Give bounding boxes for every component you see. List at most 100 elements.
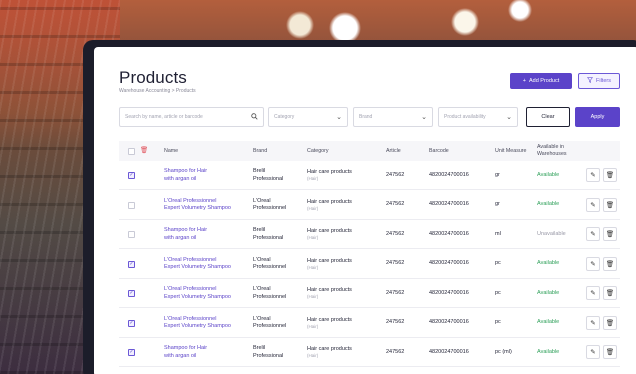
row-checkbox[interactable]: ✓ [128, 250, 135, 279]
checkbox[interactable]: ✓ [128, 349, 135, 356]
product-category: Hair care products (Hair) [307, 169, 352, 182]
select-all-checkbox[interactable] [128, 141, 135, 161]
edit-button[interactable]: ✎ [586, 168, 600, 182]
page-title: Products [119, 68, 187, 87]
product-brand: L'Oreal Professionnel [253, 197, 287, 211]
col-unit[interactable]: Unit Measure [495, 141, 527, 161]
product-article: 247562 [386, 319, 405, 326]
chevron-down-icon: ⌄ [421, 114, 427, 121]
delete-button[interactable]: 🗑 [603, 168, 617, 182]
row-checkbox[interactable] [128, 220, 135, 249]
trash-icon[interactable]: 🗑 [140, 141, 148, 161]
table-row[interactable]: L'Oreal Professionnel Expert Volumetry Sh… [119, 191, 620, 220]
pencil-icon: ✎ [590, 349, 596, 356]
row-checkbox[interactable]: ✓ [128, 338, 135, 367]
chevron-down-icon: ⌄ [506, 114, 512, 121]
product-barcode: 4820024700016 [429, 319, 469, 326]
product-unit: pc [495, 260, 501, 267]
category-select[interactable]: Category ⌄ [268, 107, 348, 127]
pencil-icon: ✎ [590, 231, 596, 238]
product-brand: Brelil Professional [253, 345, 284, 359]
delete-button[interactable]: 🗑 [603, 286, 617, 300]
checkbox[interactable]: ✓ [128, 172, 135, 179]
edit-button[interactable]: ✎ [586, 227, 600, 241]
col-name[interactable]: Name [164, 141, 178, 161]
add-product-button[interactable]: + Add Product [510, 73, 572, 89]
apply-button[interactable]: Apply [575, 107, 620, 127]
product-name[interactable]: Shampoo for Hair with argan oil [164, 338, 207, 367]
col-brand[interactable]: Brand [253, 141, 267, 161]
search-icon [251, 112, 258, 122]
product-brand: Brelil Professional [253, 227, 284, 241]
product-unit: pc (ml) [495, 348, 512, 355]
col-available[interactable]: Available in Warehouses [537, 141, 581, 161]
availability-status: Available [537, 260, 560, 267]
col-category[interactable]: Category [307, 141, 329, 161]
edit-button[interactable]: ✎ [586, 256, 600, 271]
checkbox[interactable]: ✓ [128, 290, 135, 297]
product-article: 247562 [386, 201, 405, 208]
product-name[interactable]: L'Oreal Professionnel Expert Volumetry Sh… [164, 191, 231, 220]
pencil-icon: ✎ [590, 172, 596, 179]
pencil-icon: ✎ [590, 319, 596, 327]
availability-status: Available [537, 201, 560, 208]
product-category: Hair care products (Hair) [307, 198, 352, 211]
product-name[interactable]: L'Oreal Professionnel Expert Volumetry Sh… [164, 250, 231, 279]
trash-icon: 🗑 [605, 260, 615, 268]
product-category: Hair care products (Hair) [307, 316, 352, 329]
delete-button[interactable]: 🗑 [603, 315, 617, 330]
row-checkbox[interactable]: ✓ [128, 279, 135, 308]
filters-button[interactable]: Filters [578, 73, 620, 89]
delete-button[interactable]: 🗑 [603, 256, 617, 271]
product-unit: gr [495, 201, 500, 208]
availability-status: Available [537, 171, 560, 178]
row-checkbox[interactable] [128, 191, 135, 220]
table-row[interactable]: ✓ L'Oreal Professionnel Expert Volumetry S… [119, 309, 620, 338]
checkbox[interactable]: ✓ [128, 319, 135, 327]
table-row[interactable]: Shampoo for Hair with argan oil Brelil Prof… [119, 220, 620, 249]
product-brand: L'Oreal Professionnel [253, 286, 287, 300]
table-row[interactable]: ✓ Shampoo for Hair with argan oil Brelil Pro… [119, 338, 620, 367]
delete-button[interactable]: 🗑 [603, 227, 617, 241]
product-barcode: 4820024700016 [429, 201, 469, 208]
checkbox[interactable] [128, 201, 135, 209]
delete-button[interactable]: 🗑 [603, 345, 617, 359]
availability-select[interactable]: Product availability ⌄ [438, 107, 518, 127]
checkbox[interactable] [128, 231, 135, 238]
table-row[interactable]: ✓ Shampoo for Hair with argan oil Brelil Pro… [119, 161, 620, 190]
edit-button[interactable]: ✎ [586, 197, 600, 212]
product-name[interactable]: L'Oreal Professionnel Expert Volumetry Sh… [164, 279, 231, 308]
product-barcode: 4820024700016 [429, 260, 469, 267]
brand-select[interactable]: Brand ⌄ [353, 107, 433, 127]
chevron-down-icon: ⌄ [336, 114, 342, 121]
product-name[interactable]: Shampoo for Hair with argan oil [164, 220, 207, 249]
table-row[interactable]: ✓ L'Oreal Professionnel Expert Volumetry S… [119, 279, 620, 308]
trash-icon: 🗑 [605, 172, 615, 179]
product-unit: pc [495, 319, 501, 326]
edit-button[interactable]: ✎ [586, 286, 600, 300]
product-barcode: 4820024700016 [429, 348, 469, 355]
product-article: 247562 [386, 230, 405, 237]
row-checkbox[interactable]: ✓ [128, 161, 135, 190]
col-article[interactable]: Article [386, 141, 401, 161]
search-input[interactable]: Search by name, article or barcode [119, 107, 264, 127]
checkbox[interactable]: ✓ [128, 260, 135, 268]
row-checkbox[interactable]: ✓ [128, 309, 135, 338]
delete-button[interactable]: 🗑 [603, 197, 617, 212]
clear-button[interactable]: Clear [526, 107, 570, 127]
edit-button[interactable]: ✎ [586, 315, 600, 330]
product-unit: pc [495, 289, 501, 296]
plus-icon: + [522, 78, 526, 84]
pencil-icon: ✎ [590, 201, 596, 209]
product-name[interactable]: L'Oreal Professionnel Expert Volumetry Sh… [164, 309, 231, 338]
table-row[interactable]: ✓ L'Oreal Professionnel Expert Volumetry S… [119, 250, 620, 279]
product-unit: gr [495, 171, 500, 178]
trash-icon: 🗑 [605, 231, 615, 238]
availability-status: Unavailable [537, 230, 566, 237]
col-barcode[interactable]: Barcode [429, 141, 449, 161]
edit-button[interactable]: ✎ [586, 345, 600, 359]
product-article: 247562 [386, 289, 405, 296]
product-name[interactable]: Shampoo for Hair with argan oil [164, 161, 207, 190]
breadcrumb: Warehouse Accounting > Products [119, 88, 196, 94]
product-category: Hair care products (Hair) [307, 287, 352, 300]
